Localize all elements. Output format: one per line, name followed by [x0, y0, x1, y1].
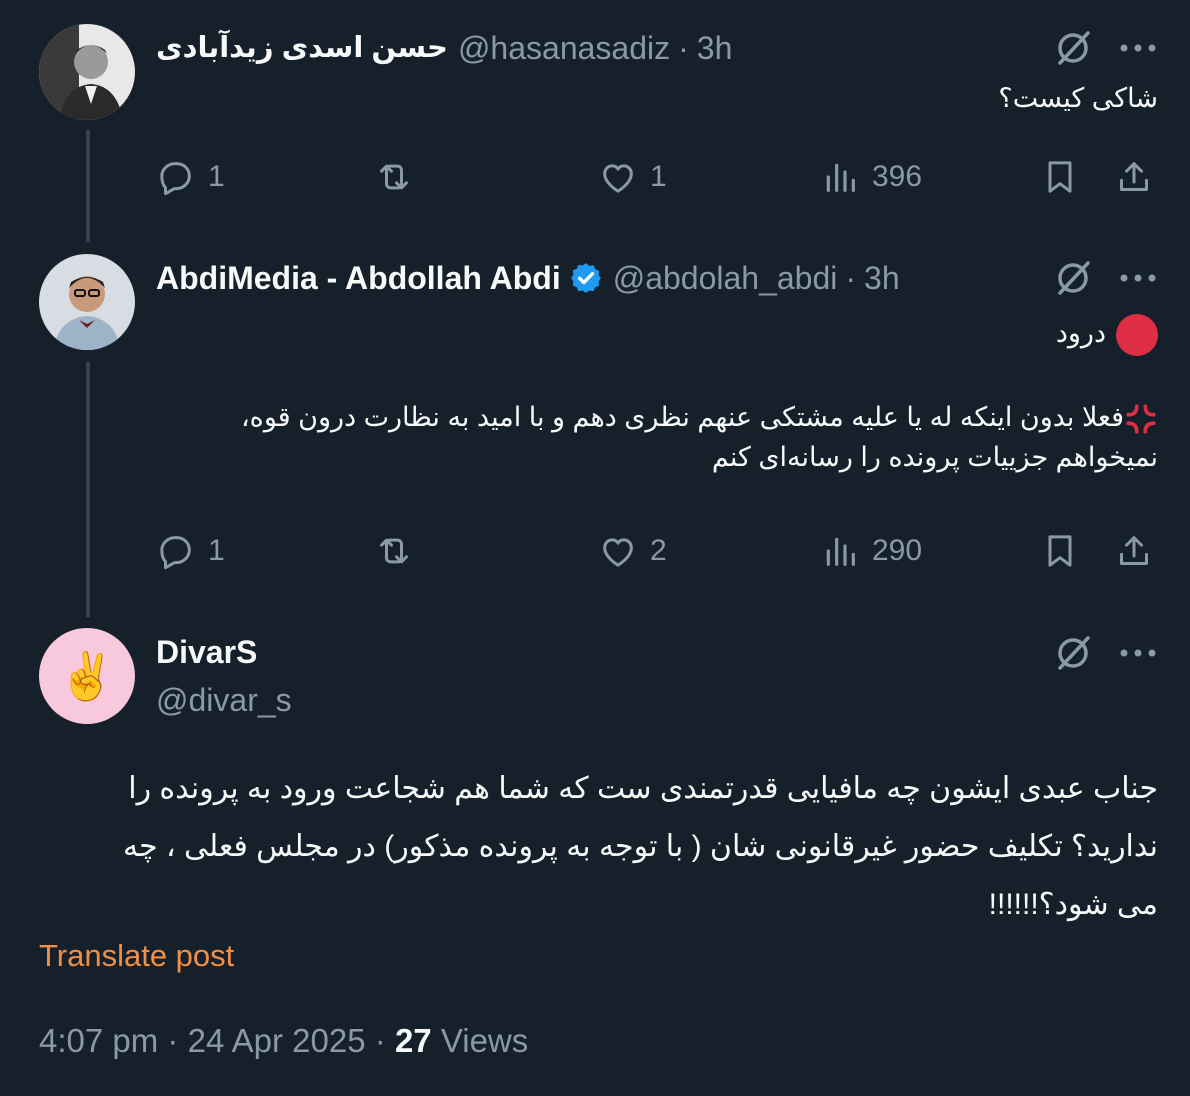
views-icon [826, 163, 855, 192]
like-icon [603, 538, 633, 567]
repost-icon [380, 164, 408, 190]
like-count: 1 [650, 160, 667, 193]
reply-count: 1 [208, 160, 225, 193]
more-icon[interactable] [1118, 645, 1158, 661]
text-line: درود [241, 310, 1158, 356]
separator: · [845, 260, 857, 296]
post-actions: 1 2 290 [156, 527, 1160, 575]
reply-icon [160, 536, 191, 570]
repost-button[interactable] [374, 527, 426, 575]
views-button[interactable]: 396 [820, 153, 922, 201]
thread-line [86, 130, 90, 242]
post-header: حسن اسدی زیدآبادی @hasanasadiz · 3h [156, 28, 732, 68]
like-button[interactable]: 2 [598, 527, 667, 575]
avatar[interactable]: ✌️ [39, 628, 135, 724]
translate-post-link[interactable]: Translate post [39, 938, 234, 974]
avatar[interactable] [39, 24, 135, 120]
avatar[interactable] [39, 254, 135, 350]
grok-icon[interactable] [1052, 27, 1094, 69]
text-line: نمیخواهم جزییات پرونده را رسانه‌ای کنم [711, 442, 1158, 472]
author-handle[interactable]: @divar_s [156, 680, 292, 720]
grok-icon[interactable] [1052, 632, 1094, 674]
share-icon [1120, 536, 1148, 565]
bookmark-button[interactable] [1040, 527, 1080, 575]
post-text: درود فعلا بدون اینکه له یا علیه مشتکی عن… [241, 310, 1158, 476]
bookmark-button[interactable] [1040, 153, 1080, 201]
reply-count: 1 [208, 534, 225, 567]
post-text: شاکی کیست؟ [998, 83, 1158, 113]
post-timestamp: 4:07 pm · 24 Apr 2025 · 27 Views [39, 1022, 528, 1060]
views-label: Views [440, 1022, 529, 1059]
views-count: 396 [872, 160, 923, 193]
post-time[interactable]: 3h [697, 28, 733, 68]
bookmark-icon [1048, 161, 1072, 193]
reply-button[interactable]: 1 [156, 527, 225, 575]
post-actions: 1 1 396 [156, 153, 1160, 201]
greeting-text: درود [1055, 318, 1106, 348]
views-count: 290 [872, 534, 923, 567]
verified-icon [570, 263, 601, 293]
separator: · [374, 1022, 386, 1059]
body-line-1: فعلا بدون اینکه له یا علیه مشتکی عنهم نظ… [240, 402, 1124, 432]
share-icon [1120, 162, 1148, 191]
post-text: جناب عبدی ایشون چه مافیایی قدرتمندی ست ک… [123, 760, 1158, 934]
author-name[interactable]: حسن اسدی زیدآبادی [156, 28, 448, 68]
like-icon [603, 164, 633, 193]
author-handle[interactable]: @hasanasadiz [458, 28, 670, 68]
victory-hand-emoji: ✌️ [58, 650, 116, 702]
red-circle-emoji [1116, 313, 1158, 356]
text-line: ندارید؟ تکلیف حضور غیرقانونی شان ( با تو… [123, 830, 1158, 863]
views-count: 27 [394, 1022, 432, 1059]
share-button[interactable] [1114, 527, 1154, 575]
separator: · [678, 30, 689, 66]
grok-icon[interactable] [1052, 257, 1094, 299]
like-count: 2 [650, 534, 667, 567]
author-name[interactable]: DivarS [156, 632, 257, 672]
author-name-row: DivarS [156, 632, 257, 672]
author-name[interactable]: AbdiMedia - Abdollah Abdi [156, 258, 561, 298]
text-line: جناب عبدی ایشون چه مافیایی قدرتمندی ست ک… [128, 772, 1158, 805]
reply-button[interactable]: 1 [156, 153, 225, 201]
post-date[interactable]: 24 Apr 2025 [188, 1022, 366, 1059]
repost-button[interactable] [374, 153, 426, 201]
text-line: فعلا بدون اینکه له یا علیه مشتکی عنهم نظ… [241, 398, 1158, 436]
separator: · [167, 1022, 179, 1059]
conversation-thread: حسن اسدی زیدآبادی @hasanasadiz · 3h شاکی… [0, 0, 1190, 1096]
bookmark-icon [1048, 535, 1072, 567]
author-handle-row: @divar_s [156, 680, 292, 720]
more-icon[interactable] [1118, 40, 1158, 56]
thread-line [86, 362, 90, 617]
reply-icon [160, 162, 191, 196]
views-icon [826, 537, 855, 566]
repost-icon [380, 538, 408, 564]
views-button[interactable]: 290 [820, 527, 922, 575]
post-time[interactable]: 4:07 pm [39, 1022, 158, 1059]
like-button[interactable]: 1 [598, 153, 667, 201]
share-button[interactable] [1114, 153, 1154, 201]
anger-symbol-icon [1126, 404, 1156, 434]
more-icon[interactable] [1118, 270, 1158, 286]
text-line: می شود؟!!!!!! [988, 888, 1158, 921]
post-header: AbdiMedia - Abdollah Abdi @abdolah_abdi … [156, 258, 900, 298]
author-handle[interactable]: @abdolah_abdi [613, 258, 838, 298]
post-time[interactable]: 3h [864, 258, 900, 298]
